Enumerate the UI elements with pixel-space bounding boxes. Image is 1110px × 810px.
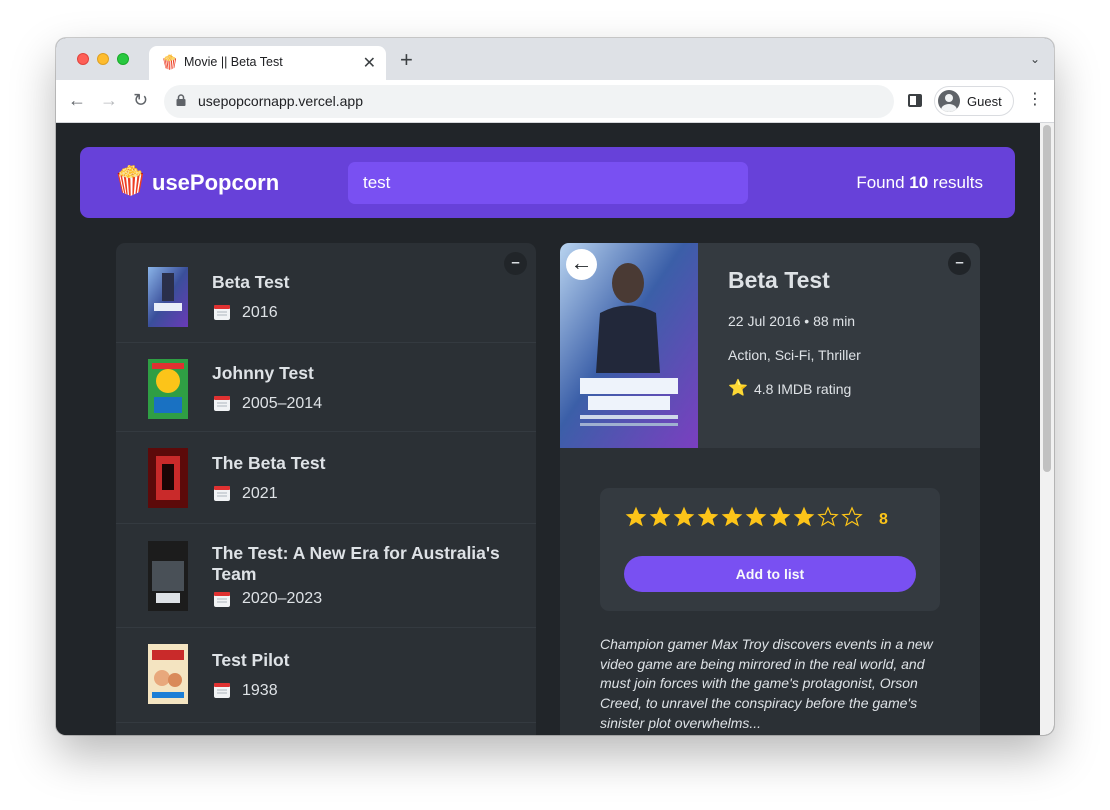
movie-details-box: ← – Beta Test 22 Jul 2016 • 88 min Actio… [560, 243, 980, 735]
star-filled-icon[interactable] [649, 506, 671, 528]
movie-year: 2020–2023 [242, 590, 323, 607]
page-content: 🍿 usePopcorn Found 10 results – Beta Tes… [56, 123, 1054, 735]
tab-strip: 🍿 Movie || Beta Test ✕ + ⌄ [56, 38, 1054, 80]
calendar-icon [214, 486, 230, 501]
movie-list-item[interactable]: Johnny Test 2005–2014 [116, 343, 536, 432]
movie-year: 2021 [242, 485, 278, 502]
movie-title: Beta Test [212, 272, 290, 292]
popcorn-logo-icon: 🍿 [113, 165, 148, 196]
avatar-icon [938, 90, 960, 112]
browser-toolbar: ← → ↻ usepopcornapp.vercel.app Guest ⋮ [56, 80, 1054, 123]
minimize-window-button[interactable] [97, 53, 109, 65]
maximize-window-button[interactable] [117, 53, 129, 65]
movie-poster-thumbnail [148, 644, 188, 704]
movie-title: Johnny Test [212, 363, 314, 383]
star-filled-icon[interactable] [697, 506, 719, 528]
star-filled-icon[interactable] [793, 506, 815, 528]
movie-poster-thumbnail [148, 267, 188, 327]
movie-poster-thumbnail [148, 541, 188, 611]
page-scrollbar[interactable] [1040, 123, 1054, 735]
collapse-list-button[interactable]: – [504, 252, 527, 275]
scrollbar-thumb[interactable] [1043, 125, 1051, 472]
movie-plot: Champion gamer Max Troy discovers events… [600, 636, 933, 731]
results-number: 10 [909, 173, 929, 192]
back-button[interactable]: ← [566, 249, 597, 280]
details-title: Beta Test [728, 267, 830, 293]
genre-text: Action, Sci-Fi, Thriller [728, 347, 861, 363]
tab-search-chevron-icon[interactable]: ⌄ [1030, 52, 1040, 66]
results-suffix: results [928, 173, 983, 192]
star-filled-icon[interactable] [673, 506, 695, 528]
search-results-box: – Beta Test 2016 Johnny Test 2005–2014 T… [116, 243, 536, 735]
tab-title: Movie || Beta Test [184, 55, 283, 69]
close-window-button[interactable] [77, 53, 89, 65]
user-rating-value: 8 [879, 511, 888, 528]
search-input[interactable] [348, 162, 748, 204]
results-prefix: Found [856, 173, 910, 192]
url-text: usepopcornapp.vercel.app [198, 93, 364, 109]
movie-title: Test Pilot [212, 650, 290, 670]
movie-poster-thumbnail [148, 448, 188, 508]
browser-window: 🍿 Movie || Beta Test ✕ + ⌄ ← → ↻ usepopc… [56, 38, 1054, 735]
address-bar[interactable]: usepopcornapp.vercel.app [164, 85, 894, 118]
add-to-list-button[interactable]: Add to list [624, 556, 916, 592]
star-filled-icon[interactable] [721, 506, 743, 528]
browser-tab-active[interactable]: 🍿 Movie || Beta Test ✕ [149, 46, 386, 80]
star-icon: ⭐ [728, 380, 748, 397]
popcorn-favicon-icon: 🍿 [161, 54, 179, 70]
profile-name: Guest [967, 94, 1002, 109]
tab-close-icon[interactable]: ✕ [363, 53, 376, 73]
app-logo-text: usePopcorn [152, 170, 280, 195]
imdb-rating: 4.8 IMDB rating [754, 381, 852, 397]
movie-list-item[interactable]: Test Pilot 1938 [116, 628, 536, 723]
star-empty-icon[interactable] [817, 506, 839, 528]
movie-title: The Beta Test [212, 453, 326, 473]
results-count: Found 10 results [856, 173, 983, 193]
more-menu-icon[interactable]: ⋮ [1027, 90, 1043, 110]
movie-year: 1938 [242, 682, 278, 699]
calendar-icon [214, 592, 230, 607]
reload-icon[interactable]: ↻ [133, 89, 148, 111]
movie-poster-thumbnail [148, 359, 188, 419]
star-filled-icon[interactable] [769, 506, 791, 528]
calendar-icon [214, 683, 230, 698]
details-header: ← – Beta Test 22 Jul 2016 • 88 min Actio… [560, 243, 980, 448]
release-runtime: 22 Jul 2016 • 88 min [728, 313, 856, 329]
calendar-icon [214, 396, 230, 411]
star-filled-icon[interactable] [625, 506, 647, 528]
star-filled-icon[interactable] [745, 506, 767, 528]
new-tab-button[interactable]: + [400, 49, 413, 71]
movie-year: 2005–2014 [242, 395, 323, 412]
movie-year: 2016 [242, 304, 278, 321]
app-navbar: 🍿 usePopcorn Found 10 results [80, 147, 1015, 218]
side-panel-icon[interactable] [908, 94, 922, 107]
movie-list-item[interactable]: The Beta Test 2021 [116, 432, 536, 524]
movie-list-item[interactable]: The Test: A New Era for Australia's Team… [116, 524, 536, 628]
back-arrow-icon[interactable]: ← [68, 89, 86, 111]
lock-icon [176, 94, 186, 106]
rating-box: 8 Add to list [600, 488, 940, 611]
collapse-details-button[interactable]: – [948, 252, 971, 275]
forward-arrow-icon[interactable]: → [100, 89, 118, 111]
calendar-icon [214, 305, 230, 320]
star-empty-icon[interactable] [841, 506, 863, 528]
movie-title: The Test: A New Era for Australia's Team [212, 543, 500, 584]
profile-button[interactable]: Guest [934, 86, 1014, 116]
movie-list-item[interactable]: Beta Test 2016 [116, 243, 536, 343]
